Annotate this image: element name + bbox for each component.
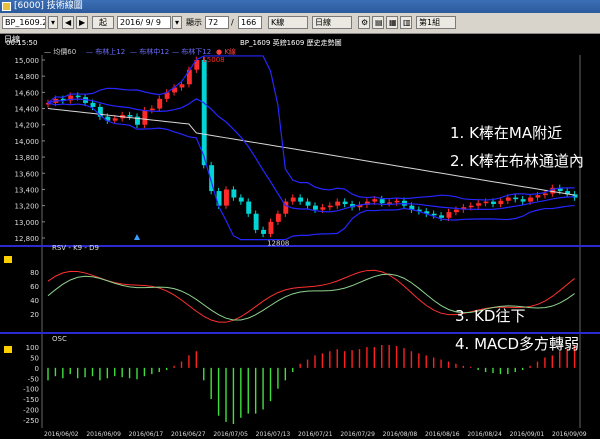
price-tick-label: 14,000 [15,138,40,146]
price-tick-label: 14,800 [15,73,40,81]
candle-down [75,95,81,98]
candle-down [439,215,444,218]
candle-up [179,84,185,88]
kd-label: RSV - K9 - D9 [52,244,99,252]
date-label: 2016/07/21 [298,431,333,438]
candle-down [238,197,244,202]
candle-up [394,200,400,203]
candle-up [157,98,163,109]
candle-down [261,229,266,234]
kd-tick-label: 60 [30,283,39,291]
chart-canvas: RSV - K9 - D9 OSC 15,000 14,800 14,600 14,400… [0,55,600,438]
candle-up [290,197,296,202]
high-label: 15008 [202,56,224,64]
candle-down [90,102,96,107]
candle-down [127,115,133,117]
candle-up [446,212,452,218]
osc-tick-label: -100 [23,386,39,394]
candle-up [542,193,548,196]
price-tick-label: 14,600 [15,89,40,97]
osc-tick-label: 50 [30,354,39,362]
candle-up [112,118,118,121]
price-tick-label: 12,800 [15,235,40,243]
candle-down [431,213,437,216]
osc-tick-label: -200 [23,406,39,414]
date-label: 2016/06/17 [129,431,164,438]
date-label: 2016/08/08 [383,431,418,438]
candle-down [201,60,207,166]
annotation-2: 2. K棒在布林通道內 [450,152,584,170]
candle-up [268,221,274,234]
candle-up [335,201,341,206]
marker-triangle [134,234,140,240]
candle-down [379,199,385,204]
osc-tick-label: -150 [23,396,39,404]
candle-up [275,213,281,222]
date-label: 2016/08/24 [467,431,502,438]
candle-up [320,207,326,210]
price-tick-label: 13,400 [15,186,40,194]
candle-down [231,189,237,198]
kd-tick-label: 20 [30,311,39,319]
date-label: 2016/06/09 [86,431,121,438]
price-tick-label: 13,200 [15,203,40,211]
date-label: 2016/09/01 [510,431,545,438]
price-tick-label: 13,000 [15,219,40,227]
candle-down [298,197,304,202]
candle-up [468,205,474,208]
kd-tick-label: 40 [30,297,39,305]
candle-up [372,199,378,202]
candle-up [505,197,511,201]
candle-up [327,205,333,208]
annotation-4: 4. MACD多方轉弱 [455,335,580,353]
date-label: 2016/09/09 [552,431,587,438]
price-tick-label: 13,600 [15,170,40,178]
candle-down [253,213,259,230]
date-label: 2016/07/13 [256,431,291,438]
candle-up [535,195,541,198]
annotation-3: 3. KD往下 [455,307,526,325]
candle-up [483,201,489,204]
candle-up [453,209,459,213]
candle-down [246,201,252,214]
price-tick-label: 14,400 [15,106,40,114]
kd-tick-label: 80 [30,269,39,277]
date-label: 2016/07/05 [213,431,248,438]
low-label: 12808 [267,239,289,247]
candle-down [342,201,348,205]
candle-up [528,197,533,202]
date-label: 2016/08/16 [425,431,460,438]
candle-up [224,189,229,206]
date-label: 2016/07/29 [340,431,375,438]
price-tick-label: 14,200 [15,122,40,130]
candle-down [513,197,519,200]
kd-collapse-icon [4,256,12,263]
candle-down [491,201,496,205]
candle-up [498,200,504,205]
osc-collapse-icon [4,346,12,353]
price-tick-label: 13,800 [15,154,40,162]
osc-tick-label: -50 [28,375,39,383]
annotation-1: 1. K棒在MA附近 [450,124,563,142]
osc-tick-label: -250 [23,417,39,425]
price-tick-label: 15,000 [15,57,40,65]
osc-label: OSC [52,335,67,343]
candle-up [142,110,148,125]
candle-down [520,199,526,202]
candle-down [313,205,318,210]
date-label: 2016/06/02 [44,431,79,438]
osc-tick-label: 100 [26,344,39,352]
candle-up [476,203,482,206]
date-label: 2016/06/27 [171,431,206,438]
candle-up [149,108,155,111]
candle-down [305,201,311,206]
osc-tick-label: 0 [35,365,39,373]
